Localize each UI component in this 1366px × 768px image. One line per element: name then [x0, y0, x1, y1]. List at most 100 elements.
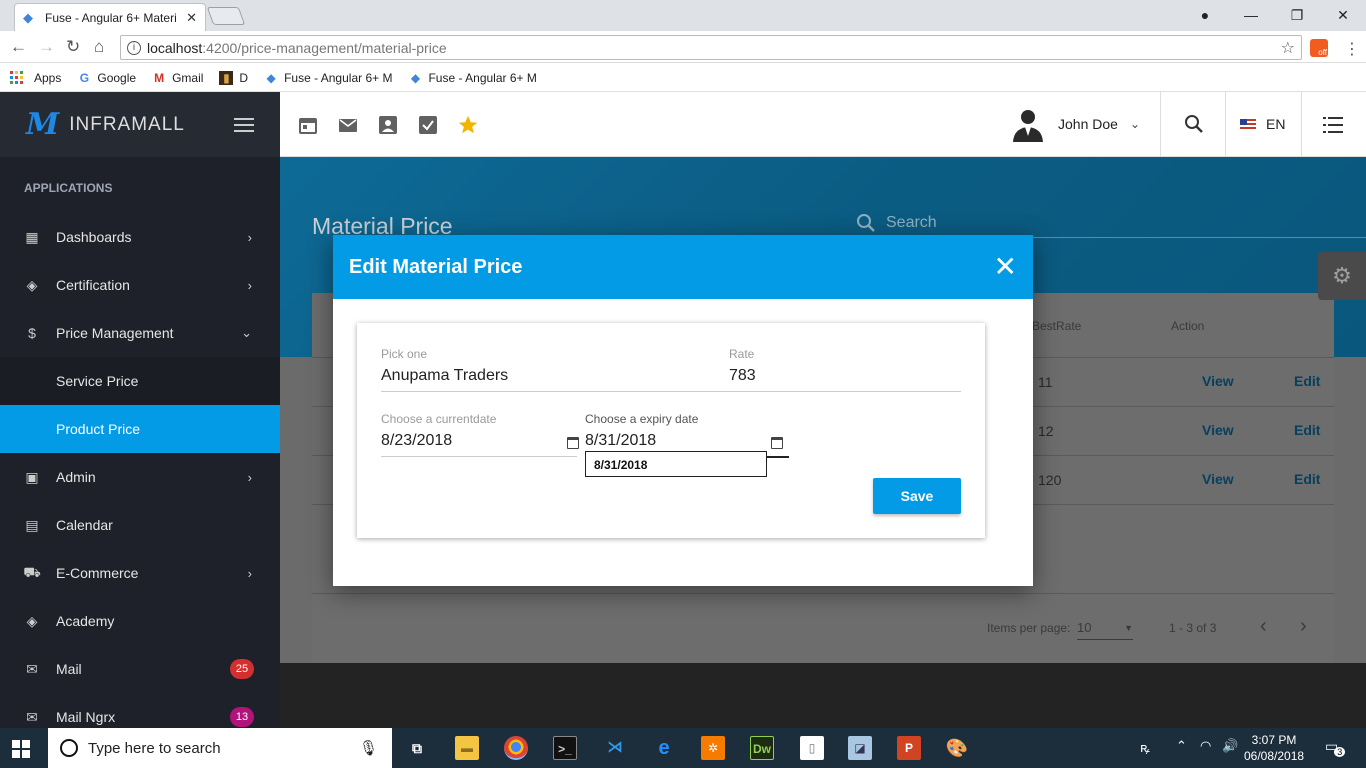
people-icon[interactable]: ꝶ: [1140, 738, 1150, 756]
bookmark-google[interactable]: G Google: [77, 71, 136, 85]
view-link[interactable]: View: [1202, 373, 1234, 389]
contacts-shortcut-icon[interactable]: [379, 116, 397, 134]
close-icon[interactable]: ✕: [994, 253, 1017, 281]
microphone-icon[interactable]: 🎙: [359, 739, 378, 757]
extension-icon[interactable]: off: [1310, 39, 1328, 57]
fuse-favicon-icon: ◆: [23, 9, 33, 25]
paint-icon[interactable]: 🎨: [945, 736, 969, 760]
browser-menu-icon[interactable]: ⋮: [1344, 39, 1360, 59]
view-link[interactable]: View: [1202, 422, 1234, 438]
terminal-icon[interactable]: >_: [553, 736, 577, 760]
sidebar-item-academy[interactable]: ◈ Academy: [0, 597, 280, 645]
quick-panel-icon[interactable]: [1323, 116, 1343, 134]
field-label: Pick one: [381, 347, 428, 361]
close-window-button[interactable]: ✕: [1320, 7, 1366, 24]
page-search[interactable]: Search: [856, 213, 937, 233]
minimize-button[interactable]: —: [1228, 7, 1274, 23]
cart-icon: ⛟: [23, 563, 41, 580]
column-header-action: Action: [1171, 319, 1205, 333]
bookmark-label: Google: [97, 70, 137, 85]
settings-gear-icon[interactable]: ⚙: [1318, 252, 1366, 300]
mail-shortcut-icon[interactable]: [339, 116, 357, 134]
maximize-button[interactable]: ❐: [1274, 7, 1320, 24]
menu-toggle-icon[interactable]: [234, 117, 254, 132]
search-icon[interactable]: [1184, 114, 1204, 134]
sidebar-item-mail-ngrx[interactable]: ✉ Mail Ngrx 13: [0, 693, 280, 728]
sidebar-item-price-management[interactable]: $ Price Management ⌄: [0, 309, 280, 357]
vscode-icon[interactable]: ⋊: [603, 736, 627, 760]
bookmark-apps[interactable]: Apps: [10, 70, 61, 85]
page-size-select[interactable]: 10 ▼: [1077, 620, 1133, 640]
system-clock[interactable]: 3:07 PM 06/08/2018: [1244, 732, 1304, 764]
task-view-icon[interactable]: ⧉: [405, 736, 429, 760]
expiry-date-field[interactable]: Choose a expiry date 8/31/2018: [585, 412, 785, 450]
current-date-field[interactable]: Choose a currentdate 8/23/2018: [381, 412, 577, 450]
sidebar-item-calendar[interactable]: ▤ Calendar: [0, 501, 280, 549]
field-label: Choose a currentdate: [381, 412, 497, 426]
windows-start-icon[interactable]: [12, 740, 30, 758]
edit-link[interactable]: Edit: [1294, 422, 1320, 438]
calendar-shortcut-icon[interactable]: [299, 116, 317, 134]
reload-icon[interactable]: ↻: [66, 37, 80, 57]
dollar-icon: $: [28, 325, 36, 341]
profile-icon[interactable]: ●: [1182, 7, 1228, 23]
home-icon[interactable]: ⌂: [94, 37, 104, 57]
sidebar-item-certification[interactable]: ◈ Certification ›: [0, 261, 280, 309]
autofill-tooltip[interactable]: 8/31/2018: [585, 451, 767, 477]
toolbar-divider: [1160, 92, 1161, 156]
sidebar-item-mail[interactable]: ✉ Mail 25: [0, 645, 280, 693]
star-icon[interactable]: [457, 114, 479, 136]
info-icon[interactable]: i: [127, 40, 141, 55]
forward-icon[interactable]: →: [38, 37, 55, 57]
document-icon[interactable]: ▯: [800, 736, 824, 760]
browser-tab[interactable]: ◆ Fuse - Angular 6+ Materi ✕: [14, 3, 206, 31]
previous-page-icon[interactable]: ‹: [1260, 615, 1267, 638]
tray-chevron-icon[interactable]: ⌃: [1176, 738, 1187, 754]
sidebar-item-ecommerce[interactable]: ⛟ E-Commerce ›: [0, 549, 280, 597]
edit-link[interactable]: Edit: [1294, 471, 1320, 487]
bookmark-fuse-1[interactable]: ◆ Fuse - Angular 6+ M: [264, 71, 392, 85]
volume-icon[interactable]: 🔊: [1222, 738, 1238, 754]
notes-icon[interactable]: ◪: [848, 736, 872, 760]
calendar-icon[interactable]: [771, 437, 783, 449]
taskbar-search-input[interactable]: Type here to search: [88, 740, 221, 757]
sidebar-item-product-price[interactable]: Product Price: [0, 405, 280, 453]
xampp-icon[interactable]: ✲: [701, 736, 725, 760]
edge-icon[interactable]: e: [652, 736, 676, 760]
edit-link[interactable]: Edit: [1294, 373, 1320, 389]
file-explorer-icon[interactable]: ▬: [455, 736, 479, 760]
taskbar-search[interactable]: Type here to search 🎙: [48, 728, 392, 768]
user-menu[interactable]: John Doe ⌄: [1010, 92, 1140, 156]
field-label: Rate: [729, 347, 755, 361]
tab-close-icon[interactable]: ✕: [186, 10, 197, 26]
bookmark-gmail[interactable]: M Gmail: [152, 71, 203, 85]
new-tab-button[interactable]: [206, 7, 246, 25]
todo-shortcut-icon[interactable]: [419, 116, 437, 134]
vendor-select[interactable]: Pick one Anupama Traders: [381, 347, 721, 385]
view-link[interactable]: View: [1202, 471, 1234, 487]
bookmark-d[interactable]: ▮ D: [219, 70, 248, 85]
dialog-form: Pick one Anupama Traders Rate 783 Choose…: [357, 323, 985, 538]
dreamweaver-icon[interactable]: Dw: [750, 736, 774, 760]
next-page-icon[interactable]: ›: [1300, 615, 1307, 638]
search-input[interactable]: Search: [886, 214, 937, 232]
browser-tabstrip: ◆ Fuse - Angular 6+ Materi ✕ ● — ❐ ✕: [0, 0, 1366, 31]
bookmark-star-icon[interactable]: ☆: [1281, 38, 1295, 58]
calendar-icon: ▤: [25, 516, 39, 533]
url-input[interactable]: i localhost :4200/price-management/mater…: [120, 35, 1302, 60]
powerpoint-icon[interactable]: P: [897, 736, 921, 760]
chrome-icon[interactable]: [504, 736, 528, 760]
rate-field[interactable]: Rate 783: [729, 347, 961, 385]
sidebar-item-service-price[interactable]: Service Price: [0, 357, 280, 405]
sidebar-item-admin[interactable]: ▣ Admin ›: [0, 453, 280, 501]
back-icon[interactable]: ←: [10, 37, 27, 57]
field-underline: [381, 456, 577, 457]
language-switcher[interactable]: EN: [1240, 116, 1285, 132]
sidebar-item-dashboards[interactable]: ▦ Dashboards ›: [0, 213, 280, 261]
sidebar-item-label: Product Price: [56, 421, 141, 437]
wifi-icon[interactable]: ◠: [1200, 738, 1211, 754]
bookmark-fuse-2[interactable]: ◆ Fuse - Angular 6+ M: [408, 71, 537, 85]
notifications-icon[interactable]: ▭3: [1325, 738, 1349, 757]
calendar-icon[interactable]: [567, 437, 579, 449]
save-button[interactable]: Save: [873, 478, 961, 514]
